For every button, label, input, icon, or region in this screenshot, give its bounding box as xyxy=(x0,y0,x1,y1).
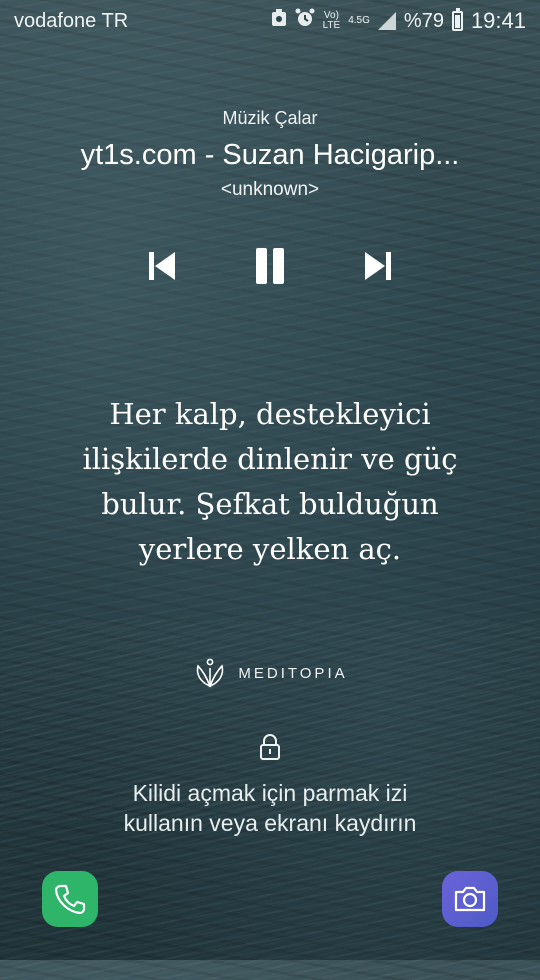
unlock-hint: Kilidi açmak için parmak izi kullanın ve… xyxy=(0,778,540,838)
next-button[interactable] xyxy=(358,246,398,286)
brand-logo: MEDITOPIA xyxy=(0,656,540,690)
next-icon xyxy=(365,252,391,280)
alarm-icon xyxy=(295,8,315,34)
previous-icon xyxy=(149,252,175,280)
camera-icon xyxy=(454,886,486,912)
player-app-label: Müzik Çalar xyxy=(222,108,318,128)
playback-controls xyxy=(0,246,540,290)
phone-icon xyxy=(54,884,86,915)
track-artist: <unknown> xyxy=(220,179,320,200)
brand-name: MEDITOPIA xyxy=(238,664,348,682)
pause-button[interactable] xyxy=(250,246,290,286)
screenshot-notification-icon xyxy=(271,9,287,33)
wallpaper-quote: Her kalp, destekleyici ilişkilerde dinle… xyxy=(82,397,458,566)
signal-icon xyxy=(377,12,396,30)
network-type-label: 4.5G xyxy=(348,15,370,26)
lock-icon xyxy=(258,734,282,760)
pause-icon xyxy=(256,248,284,284)
music-player-widget: Müzik Çalar yt1s.com - Suzan Hacigarip..… xyxy=(0,108,540,284)
previous-button[interactable] xyxy=(142,246,182,286)
battery-percent: %79 xyxy=(403,9,444,32)
battery-fill xyxy=(454,15,460,28)
status-icons: Vo) LTE 4.5G %79 19:41 xyxy=(271,8,526,34)
clock: 19:41 xyxy=(470,8,526,33)
carrier-name: vodafone TR xyxy=(14,9,129,32)
unlock-hint-line2: kullanın veya ekranı kaydırın xyxy=(123,810,417,836)
status-bar: vodafone TR Vo) LTE 4.5G %79 19:41 xyxy=(0,0,540,42)
volte-icon: Vo) LTE xyxy=(322,10,341,31)
track-title: yt1s.com - Suzan Hacigarip... xyxy=(80,139,460,171)
unlock-hint-line1: Kilidi açmak için parmak izi xyxy=(132,780,408,806)
phone-shortcut-button[interactable] xyxy=(42,871,98,927)
meditopia-logo-icon xyxy=(197,658,224,688)
camera-shortcut-button[interactable] xyxy=(442,871,498,927)
battery-icon xyxy=(451,8,463,31)
